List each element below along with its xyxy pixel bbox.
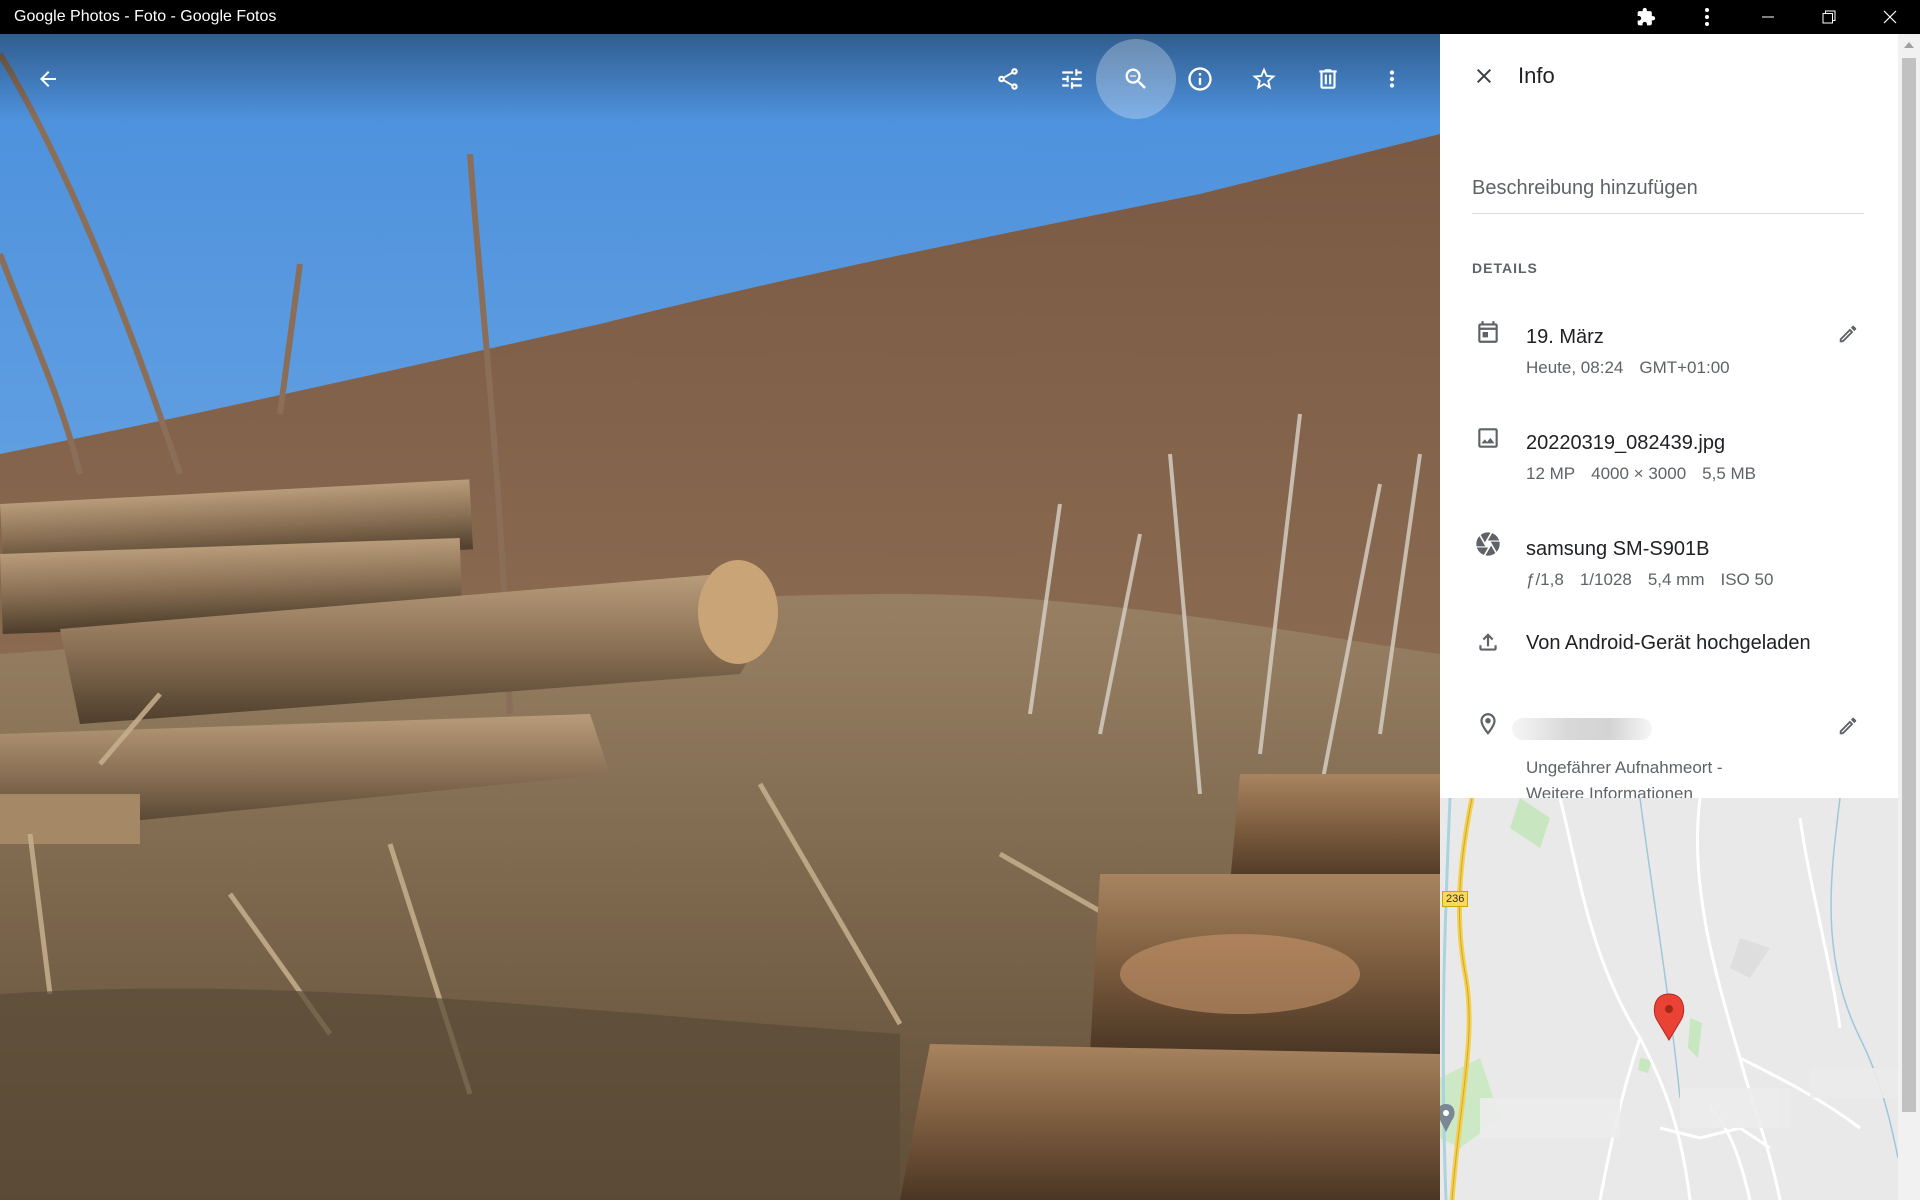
date-timezone: GMT+01:00	[1639, 358, 1730, 377]
photo-viewer[interactable]	[0, 34, 1440, 1200]
camera-shutter: 1/1028	[1579, 570, 1632, 589]
file-row: 20220319_082439.jpg 12 MP 4000 × 3000 5,5 …	[1440, 422, 1898, 492]
description-input[interactable]: Beschreibung hinzufügen	[1472, 170, 1864, 214]
edit-location-pencil-icon[interactable]	[1832, 710, 1864, 742]
restore-icon[interactable]	[1798, 0, 1859, 34]
info-panel: Info Beschreibung hinzufügen DETAILS 19.…	[1440, 34, 1898, 1200]
scroll-up-arrow-icon[interactable]	[1904, 42, 1914, 48]
location-row: Ungefährer Aufnahmeort - Weitere Informa…	[1440, 708, 1898, 803]
camera-sub: ƒ/1,8 1/1028 5,4 mm ISO 50	[1526, 570, 1789, 590]
window-title: Google Photos - Foto - Google Fotos	[14, 8, 277, 25]
image-icon	[1472, 422, 1504, 454]
camera-focal-length: 5,4 mm	[1647, 570, 1705, 589]
favorite-star-icon[interactable]	[1238, 53, 1290, 105]
location-approx: Ungefährer Aufnahmeort -	[1526, 758, 1723, 777]
file-resolution: 4000 × 3000	[1591, 464, 1687, 483]
back-arrow-icon[interactable]	[22, 53, 74, 105]
upload-row: Von Android-Gerät hochgeladen	[1440, 626, 1898, 666]
window-titlebar: Google Photos - Foto - Google Fotos	[0, 0, 1920, 34]
close-window-icon[interactable]	[1859, 0, 1920, 34]
extension-icon[interactable]	[1615, 0, 1676, 34]
camera-row: samsung SM-S901B ƒ/1,8 1/1028 5,4 mm ISO 50	[1440, 528, 1898, 598]
zoom-icon[interactable]	[1096, 39, 1176, 119]
camera-aperture: ƒ/1,8	[1526, 570, 1564, 589]
map-graphic	[1440, 798, 1898, 1200]
calendar-icon	[1472, 316, 1504, 348]
edit-adjust-icon[interactable]	[1046, 53, 1098, 105]
date-sub: Heute, 08:24 GMT+01:00	[1526, 358, 1746, 378]
road-number-badge: 236	[1442, 891, 1469, 907]
date-time: Heute, 08:24	[1526, 358, 1624, 377]
camera-aperture-icon	[1472, 528, 1504, 560]
camera-model: samsung SM-S901B	[1526, 538, 1710, 560]
date-row: 19. März Heute, 08:24 GMT+01:00	[1440, 316, 1898, 386]
upload-source: Von Android-Gerät hochgeladen	[1526, 632, 1811, 654]
file-name: 20220319_082439.jpg	[1526, 432, 1726, 454]
delete-icon[interactable]	[1302, 53, 1354, 105]
photo-image	[0, 34, 1440, 1200]
info-title: Info	[1518, 63, 1555, 88]
info-icon[interactable]	[1174, 53, 1226, 105]
more-icon[interactable]	[1366, 53, 1418, 105]
scrollbar-thumb[interactable]	[1902, 58, 1916, 1112]
camera-iso: ISO 50	[1720, 570, 1774, 589]
location-map[interactable]: 236	[1440, 798, 1898, 1200]
minimize-icon[interactable]	[1737, 0, 1798, 34]
date-main: 19. März	[1526, 326, 1604, 348]
share-icon[interactable]	[982, 53, 1034, 105]
panel-scrollbar[interactable]	[1898, 34, 1920, 1200]
details-heading: DETAILS	[1472, 260, 1538, 276]
close-icon[interactable]	[1464, 56, 1504, 96]
menu-icon[interactable]	[1676, 0, 1737, 34]
redacted-location-name	[1512, 718, 1652, 740]
upload-icon	[1472, 626, 1504, 658]
info-header: Info	[1440, 34, 1898, 118]
file-megapixels: 12 MP	[1526, 464, 1576, 483]
photo-toolbar	[0, 34, 1440, 120]
file-size: 5,5 MB	[1702, 464, 1757, 483]
file-sub: 12 MP 4000 × 3000 5,5 MB	[1526, 464, 1772, 484]
edit-date-pencil-icon[interactable]	[1832, 318, 1864, 350]
location-pin-icon	[1472, 708, 1504, 740]
